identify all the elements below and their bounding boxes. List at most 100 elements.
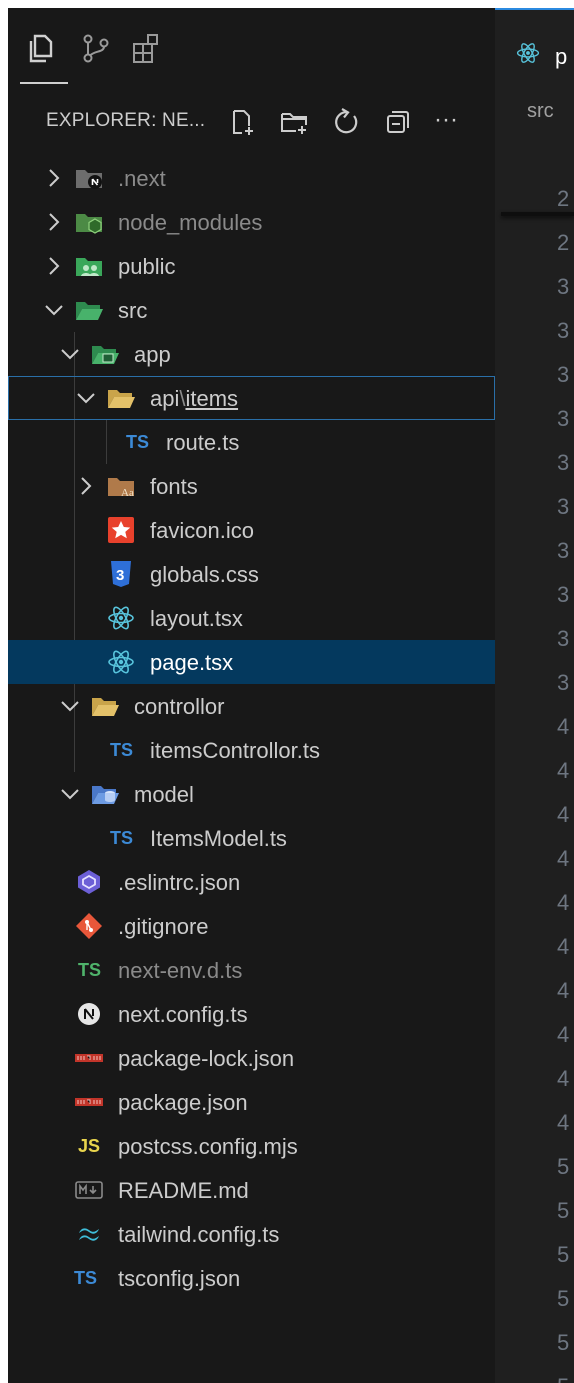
eslint-icon xyxy=(74,868,104,896)
collapse-all-icon[interactable] xyxy=(382,106,414,138)
line-number: 3 xyxy=(557,318,570,343)
tree-item-next[interactable]: .next xyxy=(8,156,495,200)
src-folder-open-icon xyxy=(74,296,104,324)
new-folder-icon[interactable] xyxy=(278,106,310,138)
explorer-files-icon[interactable] xyxy=(24,30,60,66)
svg-text:3: 3 xyxy=(116,567,124,584)
react-file-icon[interactable] xyxy=(515,40,541,66)
editor-tab-label[interactable]: p xyxy=(555,44,567,70)
line-number: 3 xyxy=(557,582,570,607)
line-number: 4 xyxy=(557,1066,570,1091)
next-folder-icon xyxy=(74,164,104,192)
extensions-icon[interactable] xyxy=(128,30,164,66)
line-number: 5 xyxy=(557,1330,570,1355)
tree-item-next-env[interactable]: TS next-env.d.ts xyxy=(8,948,495,992)
line-number: 5 xyxy=(557,1374,569,1383)
tsconfig-icon: TS xyxy=(74,1268,98,1288)
more-actions-icon[interactable]: ··· xyxy=(434,106,466,138)
line-number: 4 xyxy=(557,978,570,1003)
line-number: 3 xyxy=(557,274,570,299)
tree-item-model[interactable]: model xyxy=(8,772,495,816)
source-control-icon[interactable] xyxy=(78,30,114,66)
chevron-right-icon xyxy=(74,474,98,498)
tree-item-tsconfig[interactable]: TS tsconfig.json xyxy=(8,1256,495,1300)
tree-item-package-lock[interactable]: package-lock.json xyxy=(8,1036,495,1080)
line-number: 4 xyxy=(557,802,570,827)
tree-item-src[interactable]: src xyxy=(8,288,495,332)
tailwind-icon xyxy=(74,1220,104,1248)
line-number: 5 xyxy=(557,1154,570,1179)
tree-item-node-modules[interactable]: node_modules xyxy=(8,200,495,244)
nextjs-icon xyxy=(74,1000,104,1028)
line-number: 4 xyxy=(557,846,570,871)
tree-item-items-model[interactable]: TS ItemsModel.ts xyxy=(8,816,495,860)
tree-item-app[interactable]: app xyxy=(8,332,495,376)
line-number: 3 xyxy=(557,406,570,431)
line-number: 5 xyxy=(557,1242,570,1267)
typescript-def-icon: TS xyxy=(78,960,102,980)
svg-text:Aa: Aa xyxy=(121,487,134,499)
tree-item-items-controllor[interactable]: TS itemsControllor.ts xyxy=(8,728,495,772)
line-number: 4 xyxy=(557,1022,570,1047)
explorer-header: EXPLORER: NE... ··· xyxy=(8,98,495,142)
tree-item-public[interactable]: public xyxy=(8,244,495,288)
tree-item-globals-css[interactable]: 3 globals.css xyxy=(8,552,495,596)
tree-item-postcss-config[interactable]: JS postcss.config.mjs xyxy=(8,1124,495,1168)
tree-item-package-json[interactable]: package.json xyxy=(8,1080,495,1124)
tree-item-page-tsx[interactable]: page.tsx xyxy=(8,640,495,684)
public-folder-icon xyxy=(74,252,104,280)
chevron-down-icon xyxy=(58,342,82,366)
tree-item-gitignore[interactable]: .gitignore xyxy=(8,904,495,948)
model-folder-open-icon xyxy=(90,780,120,808)
tree-item-fonts[interactable]: Aa fonts xyxy=(8,464,495,508)
tree-item-layout-tsx[interactable]: layout.tsx xyxy=(8,596,495,640)
tree-item-readme[interactable]: README.md xyxy=(8,1168,495,1212)
line-number: 5 xyxy=(557,1198,570,1223)
chevron-right-icon xyxy=(42,254,66,278)
fonts-folder-icon: Aa xyxy=(106,472,136,500)
tree-item-controllor[interactable]: controllor xyxy=(8,684,495,728)
chevron-down-icon xyxy=(58,694,82,718)
npm-icon xyxy=(74,1044,104,1072)
line-number: 3 xyxy=(557,362,570,387)
tree-item-eslintrc[interactable]: .eslintrc.json xyxy=(8,860,495,904)
line-number: 4 xyxy=(557,1110,570,1135)
screen-edge-top xyxy=(0,0,574,8)
explorer-sidebar: EXPLORER: NE... ··· .next node_modules p… xyxy=(8,8,496,1383)
react-file-icon xyxy=(106,604,136,632)
npm-icon xyxy=(74,1088,104,1116)
breadcrumb[interactable]: src xyxy=(527,100,554,123)
line-number: 4 xyxy=(557,758,570,783)
line-number: 3 xyxy=(557,450,570,475)
line-number: 4 xyxy=(557,934,570,959)
new-file-icon[interactable] xyxy=(226,106,258,138)
line-number: 3 xyxy=(557,626,570,651)
active-tab-accent xyxy=(495,8,574,10)
tree-item-route-ts[interactable]: TS route.ts xyxy=(8,420,495,464)
app-folder-open-icon xyxy=(90,340,120,368)
explorer-title: EXPLORER: NE... xyxy=(46,110,206,131)
typescript-file-icon: TS xyxy=(110,828,134,848)
line-number: 4 xyxy=(557,714,570,739)
chevron-right-icon xyxy=(42,210,66,234)
tree-item-api-items[interactable]: api\items xyxy=(8,376,495,420)
chevron-down-icon xyxy=(74,386,98,410)
editor-pane: p src 2 2 3 3 3 3 3 3 3 3 3 3 4 4 4 4 4 4 4 4 4 4 5 5 5 5 5 5 xyxy=(495,8,574,1383)
chevron-down-icon xyxy=(58,782,82,806)
line-number: 3 xyxy=(557,494,570,519)
active-tab-indicator xyxy=(20,82,68,84)
git-icon xyxy=(74,912,104,940)
screen-edge-left xyxy=(0,0,8,1383)
activity-tabs xyxy=(8,8,495,88)
tree-item-favicon[interactable]: favicon.ico xyxy=(8,508,495,552)
tree-item-tailwind-config[interactable]: tailwind.config.ts xyxy=(8,1212,495,1256)
node-folder-icon xyxy=(74,208,104,236)
folder-open-icon xyxy=(106,384,136,412)
typescript-file-icon: TS xyxy=(110,740,134,760)
react-file-icon xyxy=(106,648,136,676)
sticky-scroll-shadow xyxy=(501,212,574,216)
refresh-icon[interactable] xyxy=(330,106,362,138)
line-number: 2 xyxy=(557,230,570,255)
tree-item-next-config[interactable]: next.config.ts xyxy=(8,992,495,1036)
line-number: 3 xyxy=(557,538,570,563)
